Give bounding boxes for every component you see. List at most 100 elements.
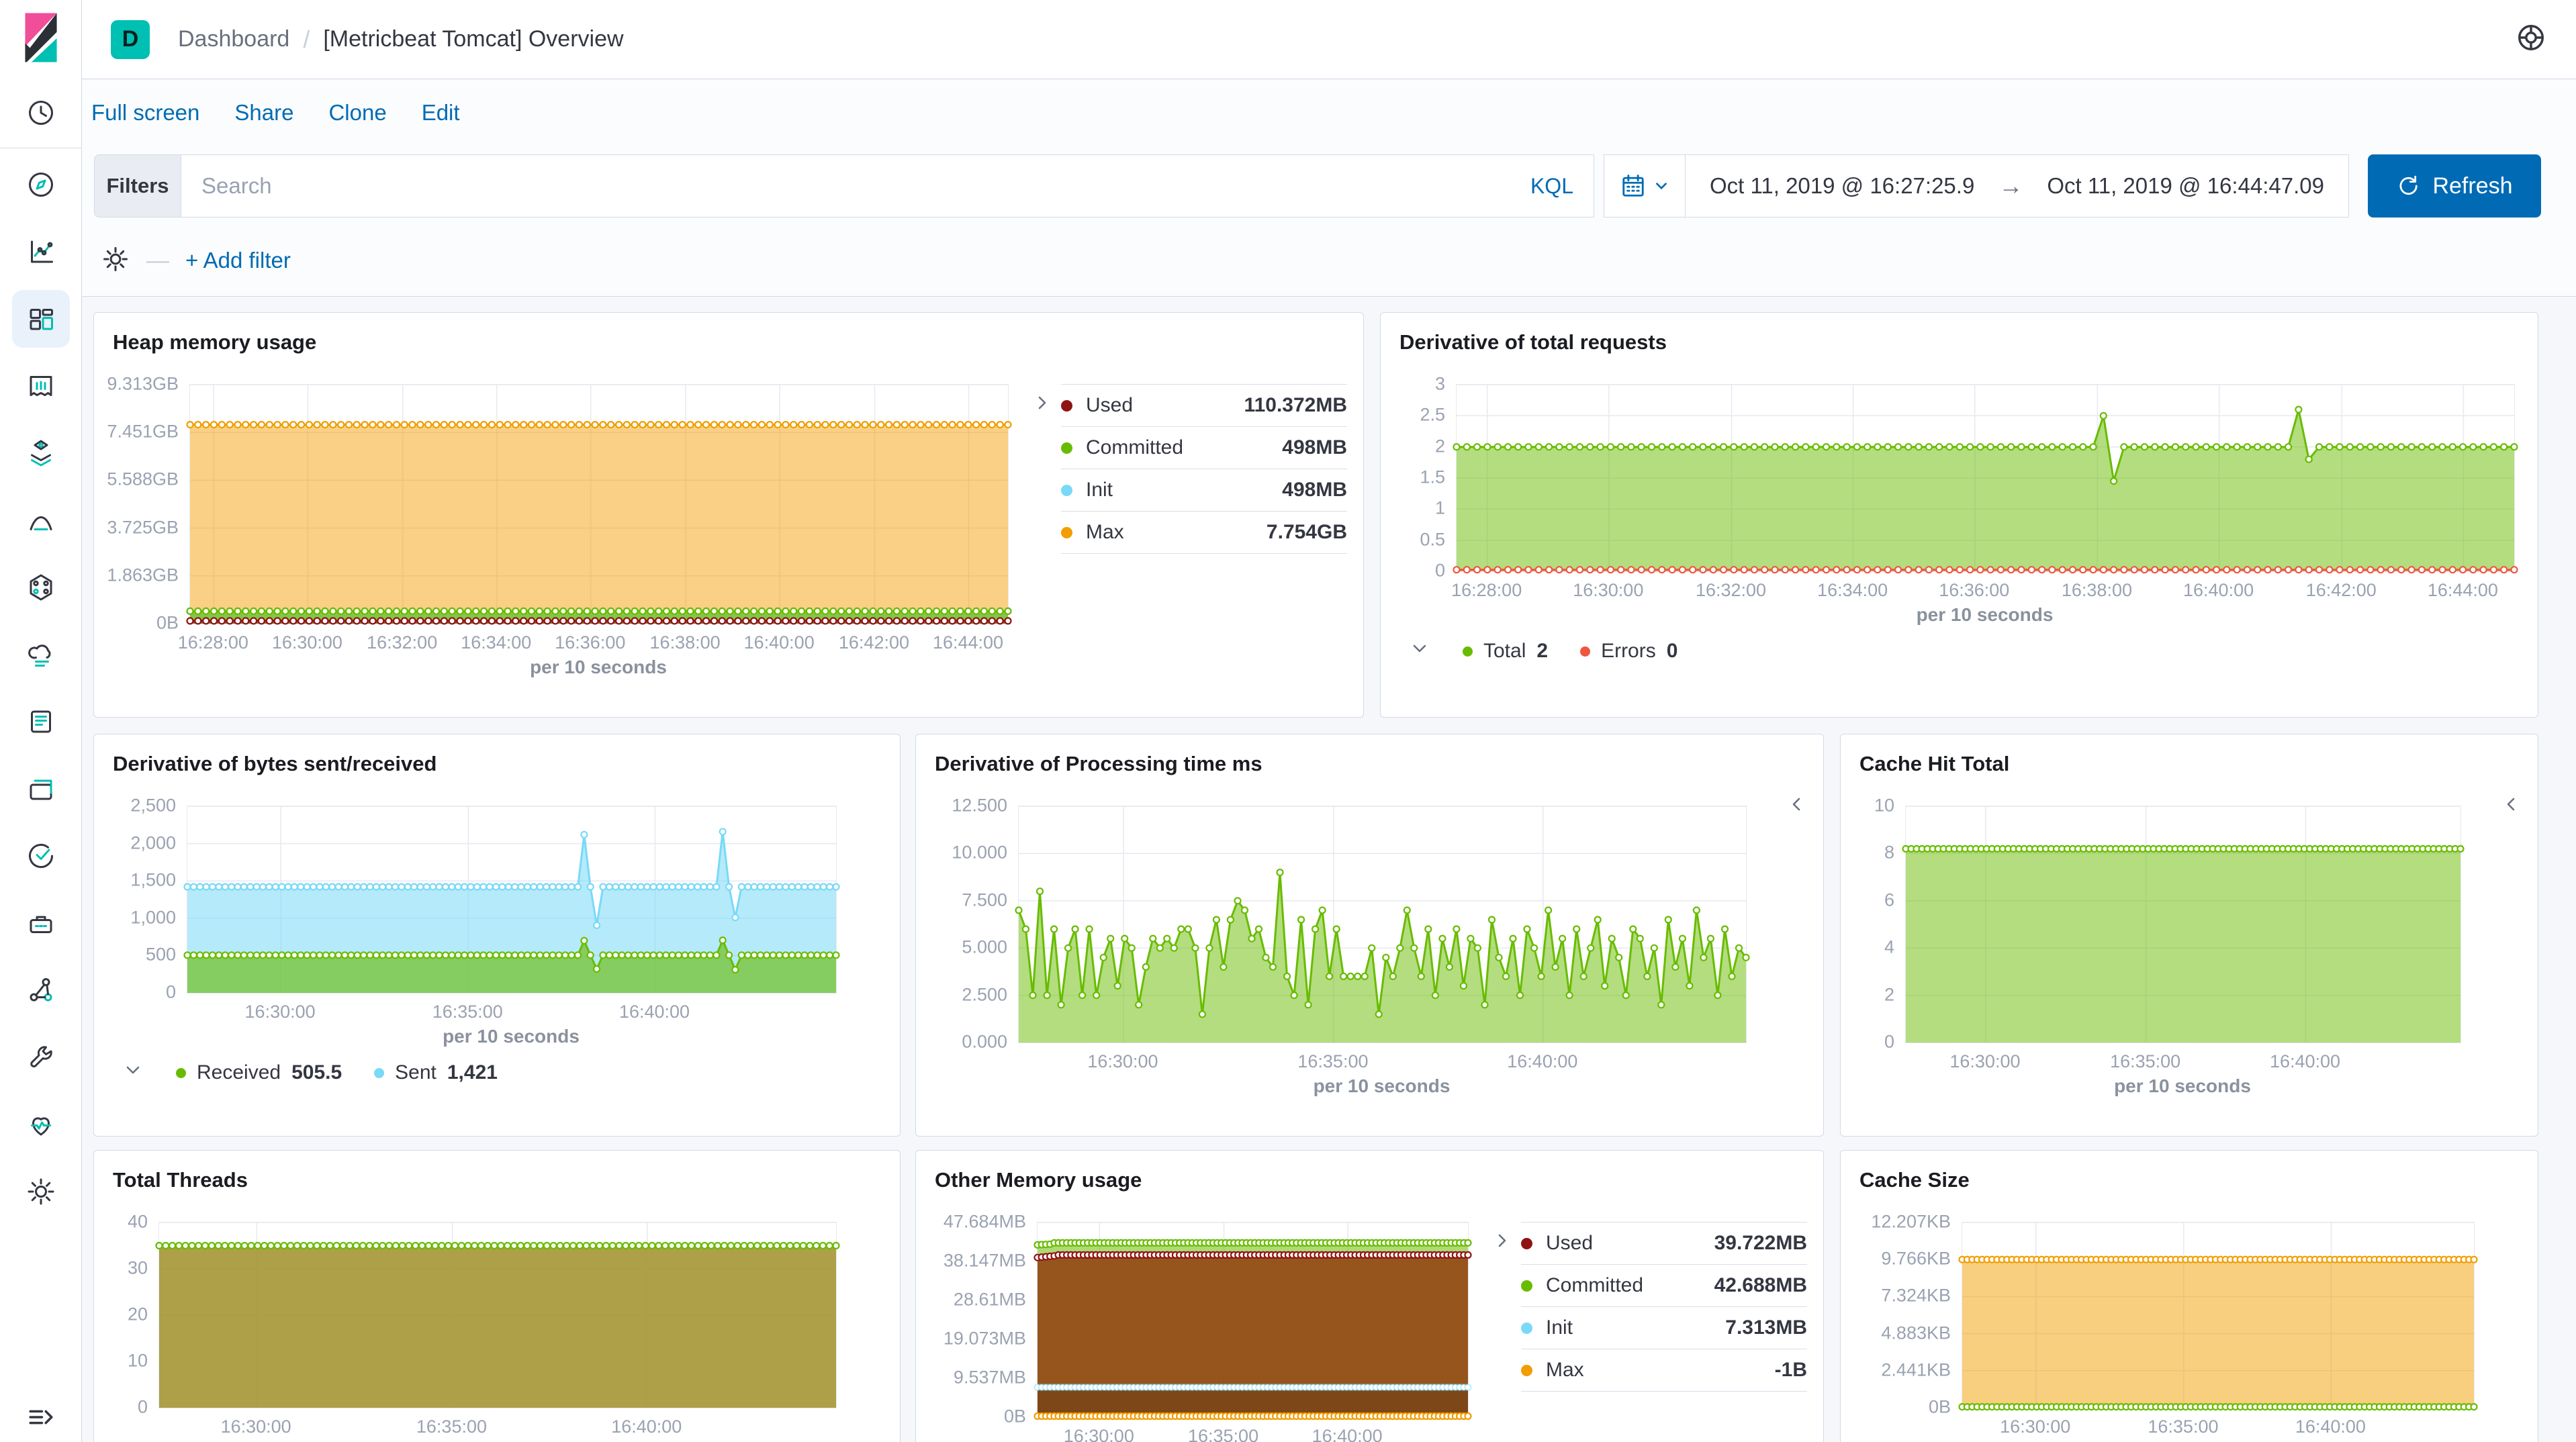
infra-icon [25,571,57,604]
chart-plot[interactable] [1905,806,2461,1043]
date-range-end[interactable]: Oct 11, 2019 @ 16:44:47.09 [2023,173,2348,199]
x-axis-caption: per 10 seconds [1905,1075,2460,1097]
share-button[interactable]: Share [234,100,293,126]
kibana-logo[interactable] [19,11,63,64]
sidebar-item-logs[interactable] [0,621,81,688]
sidebar-item-console[interactable] [0,1024,81,1091]
legend-collapse-button[interactable] [122,1059,144,1086]
search-box: KQL [181,154,1594,218]
legend-row-max[interactable]: Max 7.754GB [1061,511,1347,554]
siem-icon [25,840,57,872]
sidebar-item-recently-viewed[interactable] [0,79,81,146]
legend-label: Max [1086,521,1124,544]
panel-collapse-button[interactable] [1786,794,1807,818]
kibana-app: D Dashboard / [Metricbeat Tomcat] Overvi… [0,0,2576,1442]
search-input[interactable] [181,173,1530,199]
sidebar-item-stack-monitoring[interactable] [0,1091,81,1158]
x-axis-labels: 16:30:0016:35:0016:40:00 [187,994,835,1024]
sidebar-item-infrastructure[interactable] [0,554,81,621]
sidebar [0,0,82,1442]
chevron-left-icon [1786,794,1807,815]
dashboard-icon [25,303,57,335]
legend-collapse-button[interactable] [1491,1222,1521,1392]
chart-plot[interactable] [189,384,1009,624]
chart-plot[interactable] [1456,384,2515,572]
panel-title: Cache Size [1859,1168,2519,1192]
sidebar-item-graph[interactable] [0,957,81,1024]
legend-item-sent[interactable]: Sent1,421 [374,1061,498,1084]
filter-options-button[interactable] [101,244,130,277]
chart-plot[interactable] [1037,1222,1469,1418]
legend-row-init[interactable]: Init 7.313MB [1521,1306,1807,1349]
legend-item-errors[interactable]: Errors0 [1580,640,1677,663]
sidebar-item-management[interactable] [0,1158,81,1225]
legend-value: 42.688MB [1714,1274,1807,1297]
legend-row-committed[interactable]: Committed42.688MB [1521,1264,1807,1306]
legend-row-used[interactable]: Used 110.372MB [1061,384,1347,426]
sidebar-item-dev-tools[interactable] [0,890,81,957]
legend-value: 7.754GB [1267,521,1347,544]
panel-bytes_sent_received: Derivative of bytes sent/received2,5002,… [93,734,901,1137]
legend-item-received[interactable]: Received505.5 [176,1061,342,1084]
space-badge[interactable]: D [111,20,150,59]
legend-row-committed[interactable]: Committed498MB [1061,426,1347,469]
chevron-right-icon [1491,1230,1513,1251]
legend-value: 7.313MB [1725,1316,1807,1339]
date-picker-button[interactable] [1604,155,1686,217]
chart-plot[interactable] [1018,806,1747,1043]
panel-heap_memory: Heap memory usage9.313GB7.451GB5.588GB3.… [93,312,1364,718]
sidebar-item-dashboard[interactable] [0,285,81,352]
legend-label: Init [1546,1316,1573,1339]
legend-value: -1B [1775,1359,1807,1382]
series-dot [1521,1238,1532,1249]
legend-item-total[interactable]: Total2 [1463,640,1548,663]
sidebar-item-maps[interactable] [0,420,81,487]
legend-label: Used [1086,394,1133,417]
apm-icon [25,706,57,738]
calendar-icon [1620,173,1646,199]
sidebar-item-uptime[interactable] [0,755,81,822]
legend-row-init[interactable]: Init498MB [1061,469,1347,511]
legend-inline: Total2 Errors0 [1409,638,2519,665]
sidebar-item-visualize[interactable] [0,218,81,285]
filters-button[interactable]: Filters [94,154,181,218]
filter-dash: — [146,248,169,274]
sidebar-item-machine-learning[interactable] [0,487,81,554]
chart-plot[interactable] [158,1222,837,1408]
filter-controls: — + Add filter [101,236,291,285]
legend-row-max[interactable]: Max-1B [1521,1349,1807,1392]
toolbox-icon [25,907,57,939]
breadcrumb-section[interactable]: Dashboard [178,26,289,52]
legend-label: Used [1546,1232,1593,1255]
sidebar-item-canvas[interactable] [0,352,81,420]
legend-value: 110.372MB [1244,394,1347,417]
chart-plot[interactable] [187,806,837,994]
panel-title: Heap memory usage [113,330,1344,354]
logs-icon [25,638,57,671]
chart-plot[interactable] [1962,1222,2475,1408]
sidebar-collapse-button[interactable] [0,1402,81,1433]
series-dot [1061,485,1072,496]
date-range-start[interactable]: Oct 11, 2019 @ 16:27:25.9 [1686,173,1998,199]
clock-icon [25,97,57,129]
sidebar-item-discover[interactable] [0,151,81,218]
sidebar-item-siem[interactable] [0,822,81,890]
legend-collapse-button[interactable] [1031,384,1061,554]
uptime-icon [25,773,57,805]
edit-button[interactable]: Edit [422,100,460,126]
add-filter-button[interactable]: + Add filter [185,248,291,273]
legend-label: Errors [1601,640,1656,663]
series-dot [374,1068,384,1078]
legend-collapse-button[interactable] [1409,638,1430,665]
full-screen-button[interactable]: Full screen [91,100,199,126]
refresh-button[interactable]: Refresh [2368,154,2541,218]
top-header: D Dashboard / [Metricbeat Tomcat] Overvi… [81,0,2576,79]
legend-row-used[interactable]: Used39.722MB [1521,1222,1807,1264]
sidebar-item-apm[interactable] [0,688,81,755]
refresh-icon [2396,175,2419,197]
panel-collapse-button[interactable] [2500,794,2522,818]
help-button[interactable] [2516,22,2546,56]
clone-button[interactable]: Clone [328,100,386,126]
chevron-down-icon [1409,638,1430,659]
kql-toggle[interactable]: KQL [1530,174,1594,199]
